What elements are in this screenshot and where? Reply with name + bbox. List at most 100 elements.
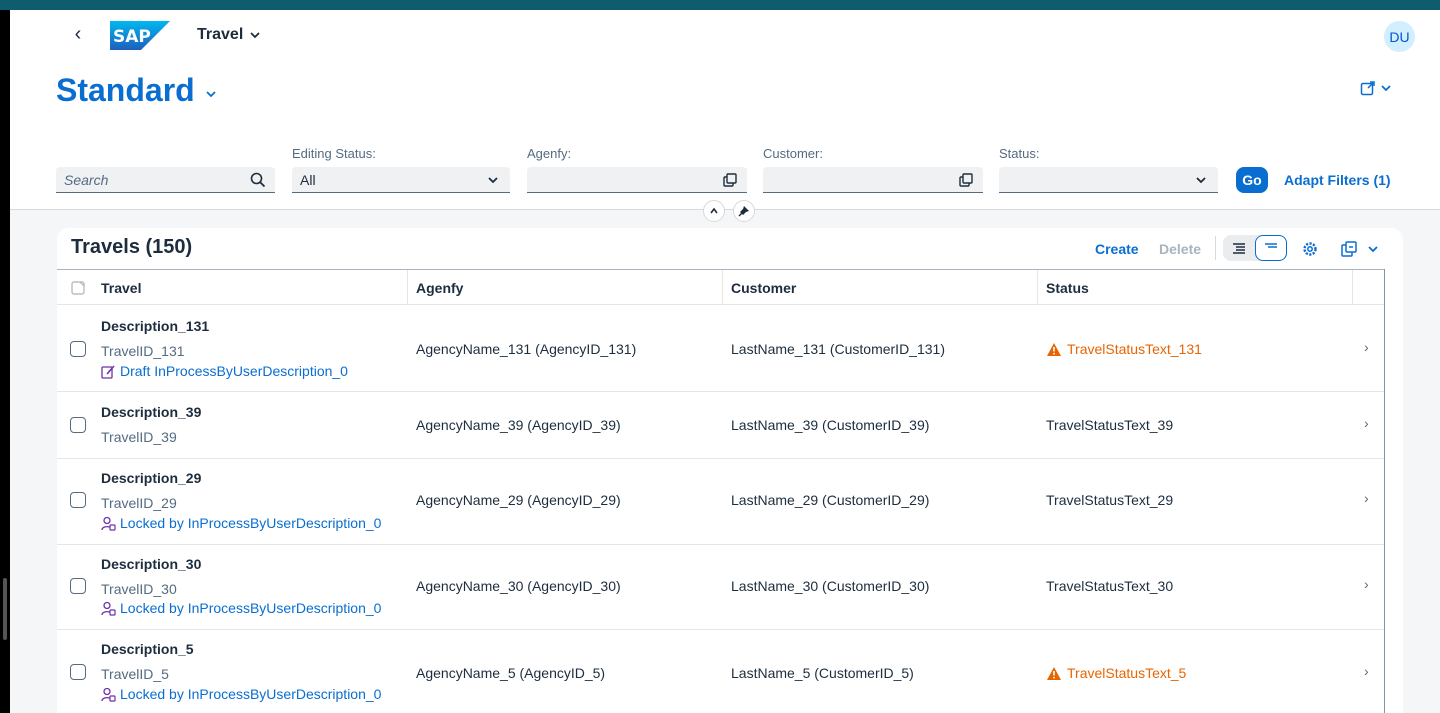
expand-rows-button[interactable] — [1223, 235, 1255, 261]
chevron-down-icon — [1368, 246, 1378, 253]
settings-icon[interactable] — [1300, 239, 1320, 259]
column-header-agency[interactable]: Agenfy — [408, 270, 723, 305]
export-icon — [1341, 241, 1357, 257]
list-collapse-icon — [1265, 243, 1277, 248]
column-label: Agenfy — [416, 279, 464, 296]
row-checkbox[interactable] — [70, 578, 86, 594]
search-input[interactable]: Search — [56, 167, 275, 193]
travel-id: TravelID_39 — [101, 429, 177, 445]
pin-icon — [738, 206, 749, 217]
lock-label: Locked by InProcessByUserDescription_0 — [120, 686, 382, 702]
locked-user-icon — [101, 516, 116, 531]
export-button[interactable] — [1340, 239, 1380, 259]
travel-description: Description_5 — [101, 641, 194, 657]
editing-status-select[interactable]: All — [292, 167, 510, 193]
travels-table-card: Travels (150) Create Delete Travel Agenf… — [57, 228, 1403, 713]
app-title: Travel — [197, 26, 244, 43]
table-row[interactable]: Description_30 TravelID_30 Locked by InP… — [57, 545, 1385, 630]
row-navigation-icon[interactable]: › — [1364, 490, 1369, 506]
sap-logo: SAP — [110, 21, 170, 50]
agency-cell: AgencyName_131 (AgencyID_131) — [416, 341, 637, 357]
status-cell: TravelStatusText_5 — [1046, 665, 1186, 681]
scroll-divider — [1384, 269, 1385, 713]
status-text: TravelStatusText_5 — [1067, 665, 1187, 681]
table-row[interactable]: Description_5 TravelID_5 Locked by InPro… — [57, 630, 1385, 713]
lock-indicator[interactable]: Locked by InProcessByUserDescription_0 — [101, 686, 381, 702]
chevron-down-icon — [1381, 85, 1391, 92]
row-checkbox[interactable] — [70, 417, 86, 433]
lock-indicator[interactable]: Locked by InProcessByUserDescription_0 — [101, 515, 381, 531]
value-help-icon[interactable] — [721, 171, 739, 189]
customer-cell: LastName_30 (CustomerID_30) — [731, 578, 930, 594]
page-title: Standard — [56, 72, 195, 108]
table-row[interactable]: Description_29 TravelID_29 Locked by InP… — [57, 459, 1385, 545]
toolbar-separator — [1215, 236, 1216, 260]
row-navigation-icon[interactable]: › — [1364, 415, 1369, 431]
editing-status-label: Editing Status: — [292, 146, 376, 161]
app-title-menu[interactable]: Travel — [197, 26, 261, 44]
column-label: Travel — [101, 279, 142, 296]
column-header-travel[interactable]: Travel — [57, 270, 408, 305]
row-navigation-icon[interactable]: › — [1364, 663, 1369, 679]
collapse-rows-button[interactable] — [1255, 235, 1287, 261]
status-label: Status: — [999, 146, 1040, 161]
status-cell: TravelStatusText_29 — [1046, 492, 1173, 508]
share-button[interactable] — [1360, 80, 1392, 96]
column-label: Customer — [731, 279, 797, 296]
travel-description: Description_39 — [101, 404, 202, 420]
chevron-up-icon — [710, 207, 718, 214]
go-button[interactable]: Go — [1236, 167, 1268, 193]
lock-indicator[interactable]: Locked by InProcessByUserDescription_0 — [101, 600, 381, 616]
travel-id: TravelID_131 — [101, 343, 185, 359]
customer-cell: LastName_131 (CustomerID_131) — [731, 341, 945, 357]
chevron-down-icon — [250, 32, 260, 39]
table-title: Travels (150) — [71, 236, 193, 258]
row-checkbox[interactable] — [70, 492, 86, 508]
row-navigation-icon[interactable]: › — [1364, 339, 1369, 355]
column-label: Status — [1046, 279, 1089, 296]
share-icon — [1360, 81, 1375, 96]
window-top-strip — [0, 0, 1440, 10]
customer-cell: LastName_39 (CustomerID_39) — [731, 417, 930, 433]
warning-icon — [1047, 342, 1061, 356]
page-header: Standard Search Editing Status: All Agen… — [10, 60, 1440, 222]
lock-label: Locked by InProcessByUserDescription_0 — [120, 600, 382, 616]
agency-field[interactable] — [527, 167, 747, 193]
agency-cell: AgencyName_29 (AgencyID_29) — [416, 492, 621, 508]
adapt-filters-button[interactable]: Adapt Filters (1) — [1284, 172, 1391, 188]
status-text: TravelStatusText_39 — [1046, 417, 1174, 433]
pin-header-button[interactable] — [733, 200, 755, 222]
svg-text:SAP: SAP — [113, 27, 151, 47]
back-icon[interactable]: ‹ — [68, 23, 88, 45]
row-checkbox[interactable] — [70, 341, 86, 357]
search-placeholder: Search — [64, 171, 109, 188]
search-icon[interactable] — [249, 171, 267, 189]
status-cell: TravelStatusText_131 — [1046, 341, 1202, 357]
editing-status-value: All — [300, 171, 316, 188]
customer-field[interactable] — [763, 167, 983, 193]
travel-description: Description_30 — [101, 556, 202, 572]
row-navigation-icon[interactable]: › — [1364, 576, 1369, 592]
table-header: Travel Agenfy Customer Status — [57, 269, 1385, 305]
select-all-icon[interactable] — [71, 280, 85, 295]
travel-id: TravelID_29 — [101, 495, 177, 511]
avatar[interactable]: DU — [1384, 21, 1415, 52]
variant-selector[interactable]: Standard — [56, 72, 217, 109]
table-row[interactable]: Description_131 TravelID_131 Draft InPro… — [57, 305, 1385, 392]
warning-icon — [1047, 666, 1061, 680]
column-header-status[interactable]: Status — [1038, 270, 1353, 305]
delete-button[interactable]: Delete — [1159, 241, 1201, 257]
customer-cell: LastName_29 (CustomerID_29) — [731, 492, 930, 508]
table-row[interactable]: Description_39 TravelID_39 AgencyName_39… — [57, 392, 1385, 459]
collapse-header-button[interactable] — [703, 200, 725, 222]
value-help-icon[interactable] — [957, 171, 975, 189]
shell-bar: ‹ SAP Travel DU — [10, 10, 1440, 60]
resize-handle[interactable] — [3, 578, 7, 640]
create-button[interactable]: Create — [1095, 241, 1139, 257]
travel-description: Description_29 — [101, 470, 202, 486]
column-header-customer[interactable]: Customer — [723, 270, 1038, 305]
draft-indicator[interactable]: Draft InProcessByUserDescription_0 — [101, 363, 348, 379]
status-select[interactable] — [999, 167, 1218, 193]
row-checkbox[interactable] — [70, 664, 86, 680]
locked-user-icon — [101, 687, 116, 702]
